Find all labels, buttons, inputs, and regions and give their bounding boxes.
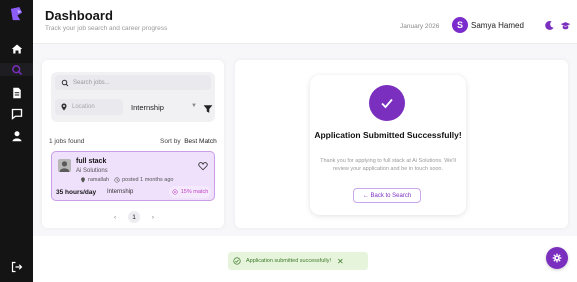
target-icon bbox=[172, 189, 178, 195]
user-name[interactable]: Samya Hamed bbox=[471, 21, 524, 30]
search-input[interactable]: Search jobs... bbox=[55, 75, 211, 90]
pagination: ‹ 1 › bbox=[114, 211, 154, 223]
success-message: Thank you for applying to full stack at … bbox=[320, 158, 456, 172]
home-icon[interactable] bbox=[9, 41, 24, 56]
location-pin-icon bbox=[61, 103, 67, 111]
page-subtitle: Track your job search and career progres… bbox=[45, 25, 168, 32]
job-card[interactable]: full stack Ai Solutions ramallah posted … bbox=[51, 151, 215, 201]
job-posted: posted 1 months ago bbox=[122, 177, 174, 183]
match-text: 15% match bbox=[180, 189, 209, 195]
messages-icon[interactable] bbox=[9, 106, 24, 121]
job-type-select[interactable]: Internship bbox=[131, 103, 164, 112]
sort-label: Sort by bbox=[160, 138, 181, 145]
toast-message: Application submitted successfully! bbox=[246, 258, 331, 264]
search-placeholder: Search jobs... bbox=[73, 79, 110, 86]
top-header: Dashboard Track your job search and care… bbox=[33, 0, 577, 44]
job-search-panel: Search jobs... Location Internship ▼ 1 j… bbox=[42, 60, 224, 228]
search-filters: Search jobs... Location Internship ▼ bbox=[51, 72, 215, 122]
success-title: Application Submitted Successfully! bbox=[314, 130, 462, 140]
sidebar bbox=[0, 0, 33, 282]
job-company: Ai Solutions bbox=[76, 168, 108, 174]
settings-fab-button[interactable] bbox=[546, 247, 568, 269]
page-title: Dashboard bbox=[45, 8, 113, 23]
job-title: full stack bbox=[76, 158, 107, 165]
next-page-button[interactable]: › bbox=[152, 214, 154, 221]
job-hours: 35 hours/day bbox=[56, 189, 97, 196]
success-card: Application Submitted Successfully! Than… bbox=[310, 75, 466, 215]
check-icon bbox=[369, 85, 405, 121]
heart-icon[interactable] bbox=[198, 158, 208, 171]
search-icon[interactable] bbox=[9, 62, 24, 77]
logo-icon[interactable] bbox=[9, 6, 24, 21]
avatar[interactable]: S bbox=[452, 17, 468, 33]
document-icon[interactable] bbox=[9, 85, 24, 100]
gear-icon bbox=[552, 253, 562, 263]
current-date: January 2026 bbox=[400, 23, 440, 30]
sort-control[interactable]: Sort by Best Match bbox=[160, 138, 217, 145]
location-pin-icon bbox=[81, 177, 85, 183]
job-location: ramallah bbox=[88, 177, 110, 183]
search-icon bbox=[61, 79, 69, 86]
graduation-cap-icon[interactable] bbox=[558, 18, 572, 32]
application-panel: Application Submitted Successfully! Than… bbox=[235, 60, 568, 228]
location-placeholder: Location bbox=[72, 104, 95, 110]
results-count: 1 jobs found bbox=[49, 138, 85, 145]
job-type: Internship bbox=[107, 189, 134, 195]
job-meta: ramallah posted 1 months ago bbox=[80, 177, 173, 183]
logout-icon[interactable] bbox=[9, 259, 24, 274]
clock-icon bbox=[114, 177, 120, 183]
chevron-down-icon[interactable]: ▼ bbox=[191, 103, 197, 109]
moon-icon[interactable] bbox=[542, 18, 556, 32]
location-input[interactable]: Location bbox=[55, 99, 123, 115]
match-badge: 15% match bbox=[169, 186, 211, 198]
filter-icon[interactable] bbox=[203, 101, 213, 113]
profile-icon[interactable] bbox=[9, 128, 24, 143]
sort-value[interactable]: Best Match bbox=[184, 138, 217, 145]
page-number-button[interactable]: 1 bbox=[128, 211, 140, 223]
toast-close-button[interactable]: ✕ bbox=[337, 257, 344, 266]
check-circle-icon bbox=[233, 257, 241, 265]
company-avatar bbox=[58, 159, 71, 172]
success-toast: Application submitted successfully! ✕ bbox=[228, 252, 368, 270]
prev-page-button[interactable]: ‹ bbox=[114, 214, 116, 221]
back-to-search-button[interactable]: ← Back to Search bbox=[353, 188, 421, 203]
